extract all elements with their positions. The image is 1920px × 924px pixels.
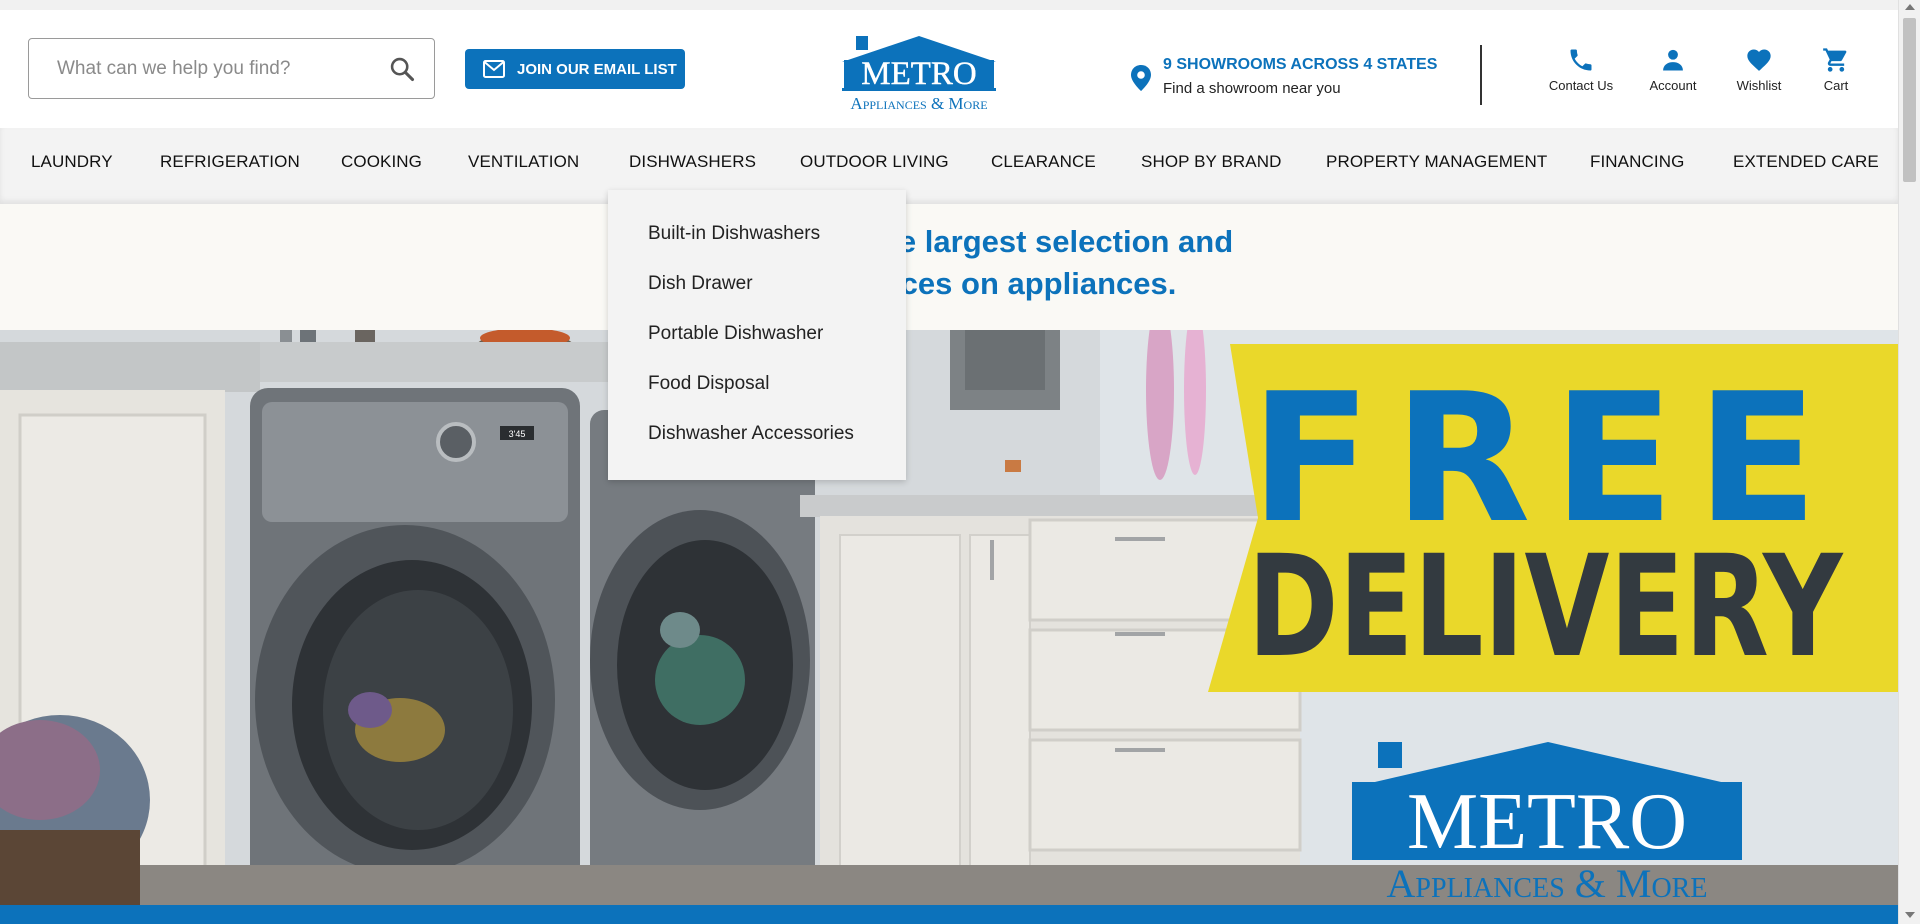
nav-item-financing[interactable]: FINANCING — [1590, 152, 1684, 172]
nav-item-laundry[interactable]: LAUNDRY — [31, 152, 113, 172]
hero-image: 3'45 FREE DELIVERY METRO Appliances & Mo… — [0, 330, 1898, 905]
page-scrollbar[interactable] — [1898, 0, 1920, 924]
phone-icon — [1570, 49, 1592, 71]
logo-line2: Appliances & More — [850, 94, 987, 113]
promo-line-1: he largest selection and — [880, 224, 1234, 259]
cart-label: Cart — [1823, 78, 1849, 93]
dropdown-item-dishwasher-accessories[interactable]: Dishwasher Accessories — [648, 423, 854, 445]
main-nav: LAUNDRY REFRIGERATION COOKING VENTILATIO… — [0, 128, 1898, 204]
contact-us-label: Contact Us — [1548, 78, 1614, 93]
dropdown-item-built-in-dishwashers[interactable]: Built-in Dishwashers — [648, 223, 820, 245]
logo-line1: METRO — [861, 56, 977, 92]
nav-item-extended-care[interactable]: EXTENDED CARE — [1733, 152, 1879, 172]
scrollbar-thumb[interactable] — [1903, 18, 1916, 182]
site-header: JOIN OUR EMAIL LIST METRO Appliances & M… — [0, 10, 1898, 128]
heart-icon — [1747, 49, 1771, 71]
account-icon — [1663, 49, 1683, 71]
join-email-list-button[interactable]: JOIN OUR EMAIL LIST — [465, 49, 685, 89]
contact-us-link[interactable]: Contact Us — [1546, 46, 1616, 93]
nav-item-outdoor-living[interactable]: OUTDOOR LIVING — [800, 152, 949, 172]
dropdown-item-food-disposal[interactable]: Food Disposal — [648, 373, 769, 395]
scroll-up-arrow-icon[interactable] — [1905, 4, 1915, 10]
banner-delivery-text: DELIVERY — [1248, 525, 1845, 689]
promo-line-2: rices on appliances. — [880, 266, 1177, 301]
nav-item-property-management[interactable]: PROPERTY MANAGEMENT — [1326, 152, 1547, 172]
scroll-down-arrow-icon[interactable] — [1905, 912, 1915, 918]
cart-icon — [1823, 48, 1847, 72]
bottom-blue-bar — [0, 905, 1898, 924]
showroom-headline[interactable]: 9 SHOWROOMS ACROSS 4 STATES — [1163, 56, 1437, 74]
header-divider — [1480, 45, 1482, 105]
hero-logo-line2: Appliances & More — [1387, 861, 1708, 905]
hero-logo-line1: METRO — [1407, 778, 1687, 866]
washer-display: 3'45 — [509, 429, 526, 439]
mail-icon — [483, 60, 505, 78]
nav-item-clearance[interactable]: CLEARANCE — [991, 152, 1096, 172]
location-pin-icon — [1131, 65, 1151, 91]
dropdown-item-portable-dishwasher[interactable]: Portable Dishwasher — [648, 323, 823, 345]
account-link[interactable]: Account — [1640, 46, 1706, 93]
wishlist-link[interactable]: Wishlist — [1728, 46, 1790, 93]
wishlist-label: Wishlist — [1736, 78, 1782, 93]
page: JOIN OUR EMAIL LIST METRO Appliances & M… — [0, 0, 1898, 924]
cart-link[interactable]: Cart — [1816, 46, 1856, 93]
nav-item-refrigeration[interactable]: REFRIGERATION — [160, 152, 300, 172]
metro-logo[interactable]: METRO Appliances & More — [832, 32, 1006, 116]
promo-band: he largest selection and rices on applia… — [0, 204, 1898, 330]
showroom-subline[interactable]: Find a showroom near you — [1163, 80, 1341, 97]
nav-item-dishwashers[interactable]: DISHWASHERS — [629, 152, 756, 172]
search-input[interactable] — [57, 55, 377, 83]
dishwashers-dropdown-menu: Built-in Dishwashers Dish Drawer Portabl… — [608, 190, 906, 480]
nav-item-shop-by-brand[interactable]: SHOP BY BRAND — [1141, 152, 1282, 172]
dropdown-item-dish-drawer[interactable]: Dish Drawer — [648, 273, 753, 295]
hero-banner[interactable]: 3'45 FREE DELIVERY METRO Appliances & Mo… — [0, 330, 1898, 905]
nav-item-ventilation[interactable]: VENTILATION — [468, 152, 579, 172]
account-label: Account — [1649, 78, 1697, 93]
search-box[interactable] — [28, 38, 435, 99]
join-email-list-label: JOIN OUR EMAIL LIST — [517, 60, 677, 78]
search-icon[interactable] — [388, 55, 416, 83]
top-strip — [0, 0, 1898, 10]
nav-item-cooking[interactable]: COOKING — [341, 152, 422, 172]
